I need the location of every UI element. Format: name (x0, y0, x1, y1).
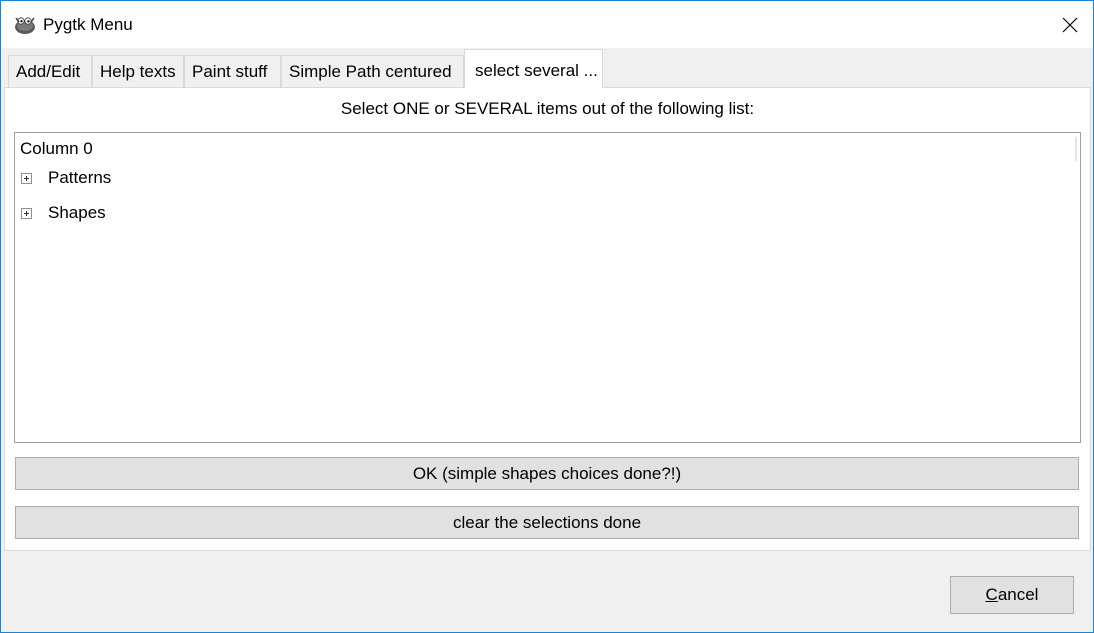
cancel-mnemonic: C (985, 585, 998, 604)
clear-selections-button[interactable]: clear the selections done (15, 506, 1079, 539)
close-icon (1062, 17, 1078, 32)
tab-panel: Select ONE or SEVERAL items out of the f… (4, 87, 1091, 551)
plus-expander-icon[interactable] (21, 207, 32, 219)
cancel-label: ancel (997, 585, 1039, 604)
plus-expander-icon[interactable] (21, 172, 32, 184)
dialog-window: Pygtk Menu Add/Edit Help texts Paint stu… (0, 0, 1094, 633)
tree-row-shapes[interactable]: Shapes (21, 200, 106, 226)
close-button[interactable] (1047, 1, 1093, 48)
title-bar[interactable]: Pygtk Menu (1, 1, 1093, 48)
tree-view[interactable]: Column 0 Patterns Shapes (14, 132, 1081, 443)
tree-scrollbar[interactable] (1075, 137, 1077, 161)
tree-row-label: Shapes (48, 203, 106, 222)
gimp-wilber-icon (15, 17, 35, 34)
ok-button[interactable]: OK (simple shapes choices done?!) (15, 457, 1079, 490)
window-title: Pygtk Menu (43, 15, 133, 34)
cancel-button[interactable]: Cancel (950, 576, 1074, 614)
tab-simple-path-centured[interactable]: Simple Path centured (281, 55, 464, 87)
tab-add-edit[interactable]: Add/Edit (8, 55, 92, 87)
tab-select-several[interactable]: select several ... (464, 49, 603, 88)
tab-help-texts[interactable]: Help texts (92, 55, 184, 87)
tree-row-label: Patterns (48, 168, 112, 187)
instructions-label: Select ONE or SEVERAL items out of the f… (340, 99, 755, 118)
tab-paint-stuff[interactable]: Paint stuff (184, 55, 281, 87)
tree-row-patterns[interactable]: Patterns (21, 165, 111, 191)
tree-column-header[interactable]: Column 0 (20, 139, 93, 159)
